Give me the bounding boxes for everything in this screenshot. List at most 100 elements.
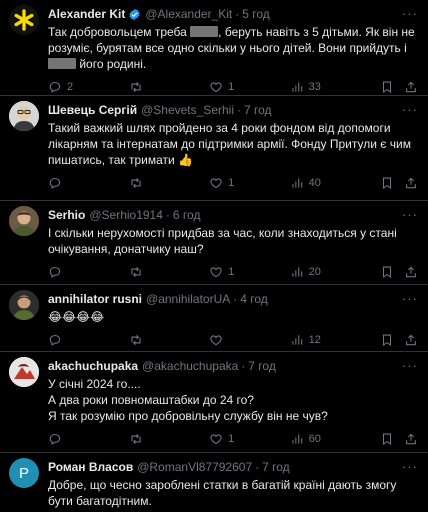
views-button[interactable]: 12 — [290, 333, 380, 347]
reply-icon — [49, 267, 61, 278]
more-icon[interactable]: ··· — [402, 291, 418, 306]
timestamp[interactable]: 5 год — [242, 7, 270, 21]
more-icon[interactable]: ··· — [402, 6, 418, 21]
reply-button[interactable] — [48, 333, 129, 347]
author-name[interactable]: Alexander Kit — [48, 7, 125, 21]
author-handle[interactable]: @Alexander_Kit — [145, 7, 232, 21]
repost-button[interactable] — [129, 432, 210, 446]
reply-count: 2 — [67, 81, 74, 93]
user-photo-icon — [9, 357, 39, 387]
views-button[interactable]: 20 — [290, 265, 380, 279]
avatar[interactable] — [9, 5, 39, 35]
reply-button[interactable] — [48, 432, 129, 446]
separator-dot: · — [255, 460, 260, 474]
share-icon[interactable] — [404, 176, 418, 190]
like-button[interactable]: 1 — [209, 265, 290, 279]
bookmark-icon[interactable] — [380, 80, 394, 94]
reply-button[interactable]: 2 — [48, 80, 129, 94]
tweet-line: У січні 2024 го.... — [48, 377, 141, 391]
bookmark-icon[interactable] — [380, 432, 394, 446]
repost-button[interactable] — [129, 176, 210, 190]
secondary-actions — [380, 176, 418, 190]
views-icon — [292, 434, 302, 444]
bookmark-icon[interactable] — [380, 265, 394, 279]
tweet-header: Alexander Kit @Alexander_Kit · 5 год — [48, 4, 418, 24]
separator-dot: · — [165, 208, 170, 222]
tweet-header: annihilator rusni @annihilatorUA · 4 год — [48, 289, 418, 309]
repost-icon — [130, 334, 141, 346]
avatar[interactable]: P — [9, 458, 39, 488]
repost-icon — [130, 81, 141, 93]
author-name[interactable]: annihilator rusni — [48, 292, 142, 306]
repost-button[interactable] — [129, 80, 210, 94]
avatar[interactable] — [9, 101, 39, 131]
separator-dot: · — [235, 7, 240, 21]
author-handle[interactable]: @Serhio1914 — [89, 208, 163, 222]
bookmark-icon[interactable] — [380, 333, 394, 347]
like-button[interactable] — [209, 333, 290, 347]
tweet[interactable]: P Роман Власов @RomanVl87792607 · 7 год … — [0, 453, 428, 512]
avatar[interactable] — [9, 290, 39, 320]
more-icon[interactable]: ··· — [402, 459, 418, 474]
views-count: 12 — [308, 334, 321, 346]
more-icon[interactable]: ··· — [402, 102, 418, 117]
more-icon[interactable]: ··· — [402, 207, 418, 222]
timestamp[interactable]: 4 год — [240, 292, 268, 306]
reply-icon — [49, 434, 61, 445]
tweet[interactable]: Serhio @Serhio1914 · 6 год ··· І скільки… — [0, 201, 428, 285]
like-button[interactable]: 1 — [209, 80, 290, 94]
action-bar: 1 40 — [48, 168, 418, 198]
author-handle[interactable]: @annihilatorUA — [146, 292, 230, 306]
tweet-line: Я так розумію про добровільну службу він… — [48, 409, 328, 423]
author-name[interactable]: Роман Власов — [48, 460, 133, 474]
reply-icon — [49, 335, 61, 346]
tweet-text: Добре, що чесно зароблені статки в багат… — [48, 478, 397, 508]
separator-dot: · — [237, 103, 241, 117]
share-icon[interactable] — [404, 333, 418, 347]
repost-button[interactable] — [129, 333, 210, 347]
share-icon[interactable] — [404, 80, 418, 94]
repost-button[interactable] — [129, 265, 210, 279]
views-button[interactable]: 33 — [290, 80, 380, 94]
like-button[interactable]: 1 — [209, 176, 290, 190]
more-icon[interactable]: ··· — [402, 358, 418, 373]
author-handle[interactable]: @akachuchupaka — [142, 359, 238, 373]
tweet[interactable]: Alexander Kit @Alexander_Kit · 5 год ···… — [0, 0, 428, 96]
avatar[interactable] — [9, 206, 39, 236]
views-button[interactable]: 40 — [290, 176, 380, 190]
user-photo-icon — [9, 290, 39, 320]
tweet-text: Так добровольцем треба , беруть навіть з… — [48, 25, 415, 71]
tweet-text: 😂😂😂😂 — [48, 310, 105, 324]
author-handle[interactable]: @RomanVl87792607 — [137, 460, 252, 474]
reply-button[interactable] — [48, 176, 129, 190]
secondary-actions — [380, 333, 418, 347]
author-handle[interactable]: @Shevets_Serhii — [141, 103, 234, 117]
tweet[interactable]: akachuchupaka @akachuchupaka · 7 год ···… — [0, 352, 428, 453]
user-photo-icon — [9, 206, 39, 236]
share-icon[interactable] — [404, 432, 418, 446]
timestamp[interactable]: 6 год — [173, 208, 201, 222]
timestamp[interactable]: 7 год — [244, 103, 272, 117]
views-count: 40 — [308, 177, 321, 189]
avatar[interactable] — [9, 357, 39, 387]
tweet[interactable]: annihilator rusni @annihilatorUA · 4 год… — [0, 285, 428, 352]
views-icon — [292, 178, 302, 188]
tweet[interactable]: Шевець Сергій @Shevets_Serhii · 7 год ··… — [0, 96, 428, 201]
repost-icon — [130, 266, 141, 278]
author-name[interactable]: Шевець Сергій — [48, 103, 137, 117]
repost-icon — [130, 177, 141, 189]
bookmark-icon[interactable] — [380, 176, 394, 190]
reply-button[interactable] — [48, 265, 129, 279]
heart-icon — [210, 267, 222, 278]
views-button[interactable]: 60 — [290, 432, 380, 446]
avatar-letter: P — [18, 464, 29, 482]
timestamp[interactable]: 7 год — [248, 359, 276, 373]
reply-icon — [49, 178, 61, 189]
timestamp[interactable]: 7 год — [262, 460, 290, 474]
share-icon[interactable] — [404, 265, 418, 279]
like-button[interactable]: 1 — [209, 432, 290, 446]
tweet-header: akachuchupaka @akachuchupaka · 7 год — [48, 356, 418, 376]
tweet-header: Роман Власов @RomanVl87792607 · 7 год — [48, 457, 418, 477]
author-name[interactable]: Serhio — [48, 208, 85, 222]
author-name[interactable]: akachuchupaka — [48, 359, 138, 373]
